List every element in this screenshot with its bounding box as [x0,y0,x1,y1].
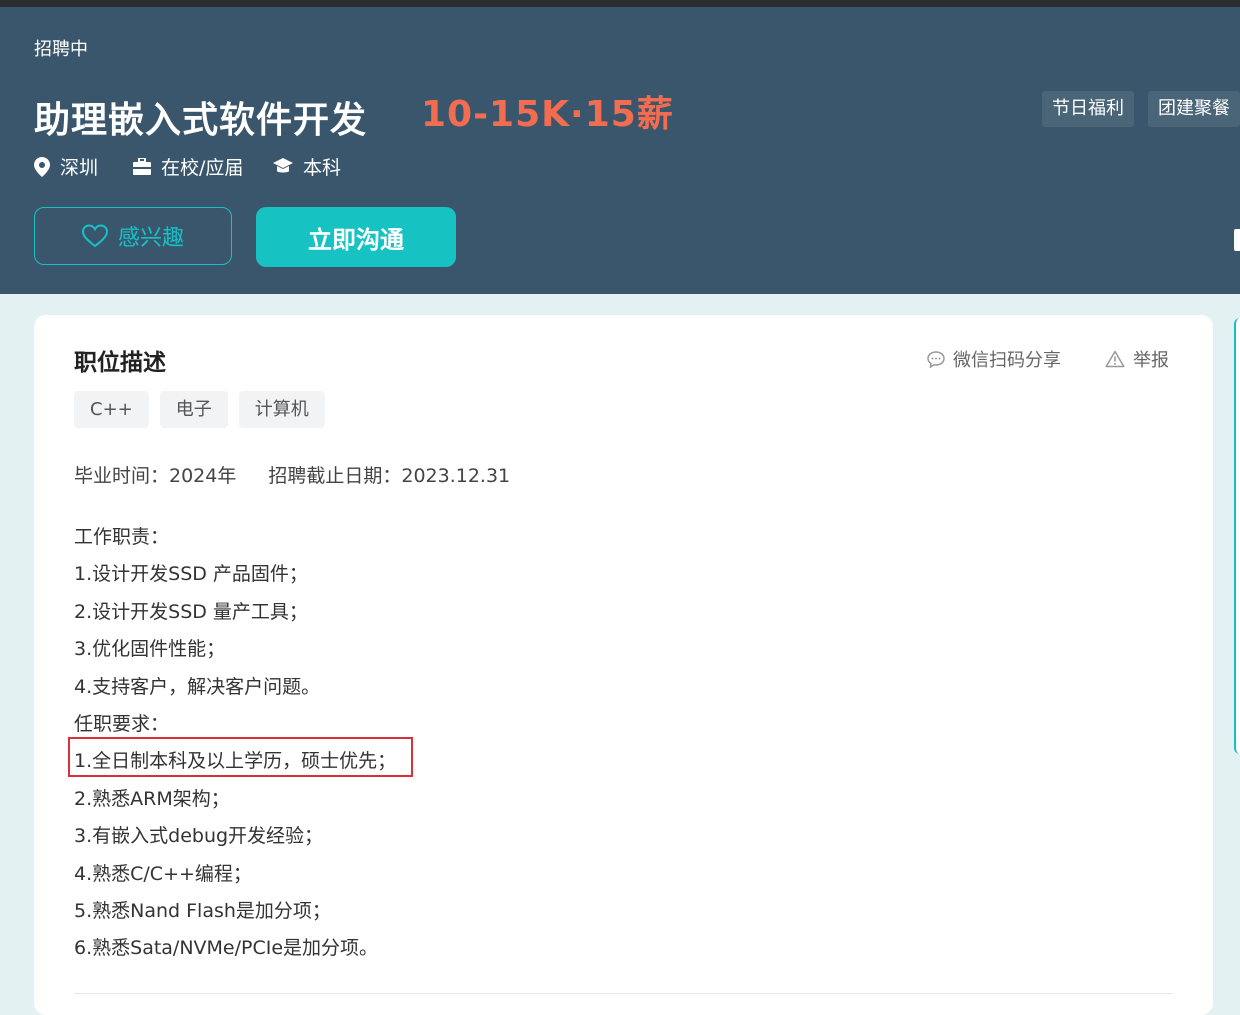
section-title: 职位描述 [74,350,166,376]
side-toolbar-icon[interactable] [1234,229,1240,251]
chat-now-button[interactable]: 立即沟通 [256,207,456,267]
job-description-card: 职位描述 微信扫码分享 举报 C++ 电子 计算机 毕业时间：2024年 招聘截… [34,315,1213,1015]
side-panel-edge [1234,318,1240,754]
application-deadline: 招聘截止日期：2023.12.31 [268,465,511,487]
skill-tag: 计算机 [238,391,325,428]
experience-text: 在校/应届 [161,157,244,179]
description-line: 2.设计开发SSD 量产工具； [74,600,308,623]
benefit-tag: 节日福利 [1042,91,1134,127]
graduation-time: 毕业时间：2024年 [74,465,237,487]
job-title: 助理嵌入式软件开发 [34,100,368,141]
job-location: 深圳 [34,153,98,180]
description-line: 6.熟悉Sata/NVMe/PCIe是加分项。 [74,937,379,960]
description-line: 1.设计开发SSD 产品固件； [74,563,308,586]
description-line: 4.支持客户，解决客户问题。 [74,675,321,698]
graduation-cap-icon [273,158,293,173]
location-pin-icon [34,156,50,177]
wechat-share-link[interactable]: 微信扫码分享 [927,346,1061,372]
top-bar [0,0,1240,7]
interest-button[interactable]: 感兴趣 [34,207,232,265]
chat-bubble-icon [927,350,945,368]
description-line: 3.优化固件性能； [74,638,226,661]
description-line: 2.熟悉ARM架构； [74,787,230,810]
job-status: 招聘中 [34,39,88,60]
heart-icon [81,224,108,248]
skill-tag: 电子 [159,391,228,428]
highlight-box [68,737,413,777]
description-line: 3.有嵌入式debug开发经验； [74,825,324,848]
location-text: 深圳 [60,157,99,179]
job-education: 本科 [273,153,341,180]
description-line: 工作职责： [74,526,170,548]
skill-tag: C++ [74,391,149,428]
job-salary: 10-15K·15薪 [421,94,674,135]
job-experience: 在校/应届 [133,153,243,180]
report-label: 举报 [1133,350,1169,371]
chat-button-label: 立即沟通 [308,225,404,254]
skill-tags: C++ 电子 计算机 [74,391,336,428]
benefit-tag: 团建聚餐 [1148,91,1240,127]
job-dates: 毕业时间：2024年 招聘截止日期：2023.12.31 [74,461,510,488]
description-line: 5.熟悉Nand Flash是加分项； [74,899,331,922]
briefcase-icon [133,158,151,175]
job-header: 招聘中 助理嵌入式软件开发 10-15K·15薪 节日福利 团建聚餐 深圳 在校… [0,7,1240,294]
warning-icon [1105,350,1125,368]
description-line: 4.熟悉C/C++编程； [74,862,252,885]
interest-button-label: 感兴趣 [117,226,184,251]
education-text: 本科 [303,157,342,179]
report-link[interactable]: 举报 [1105,346,1169,372]
share-label: 微信扫码分享 [953,350,1061,371]
divider [74,993,1173,994]
